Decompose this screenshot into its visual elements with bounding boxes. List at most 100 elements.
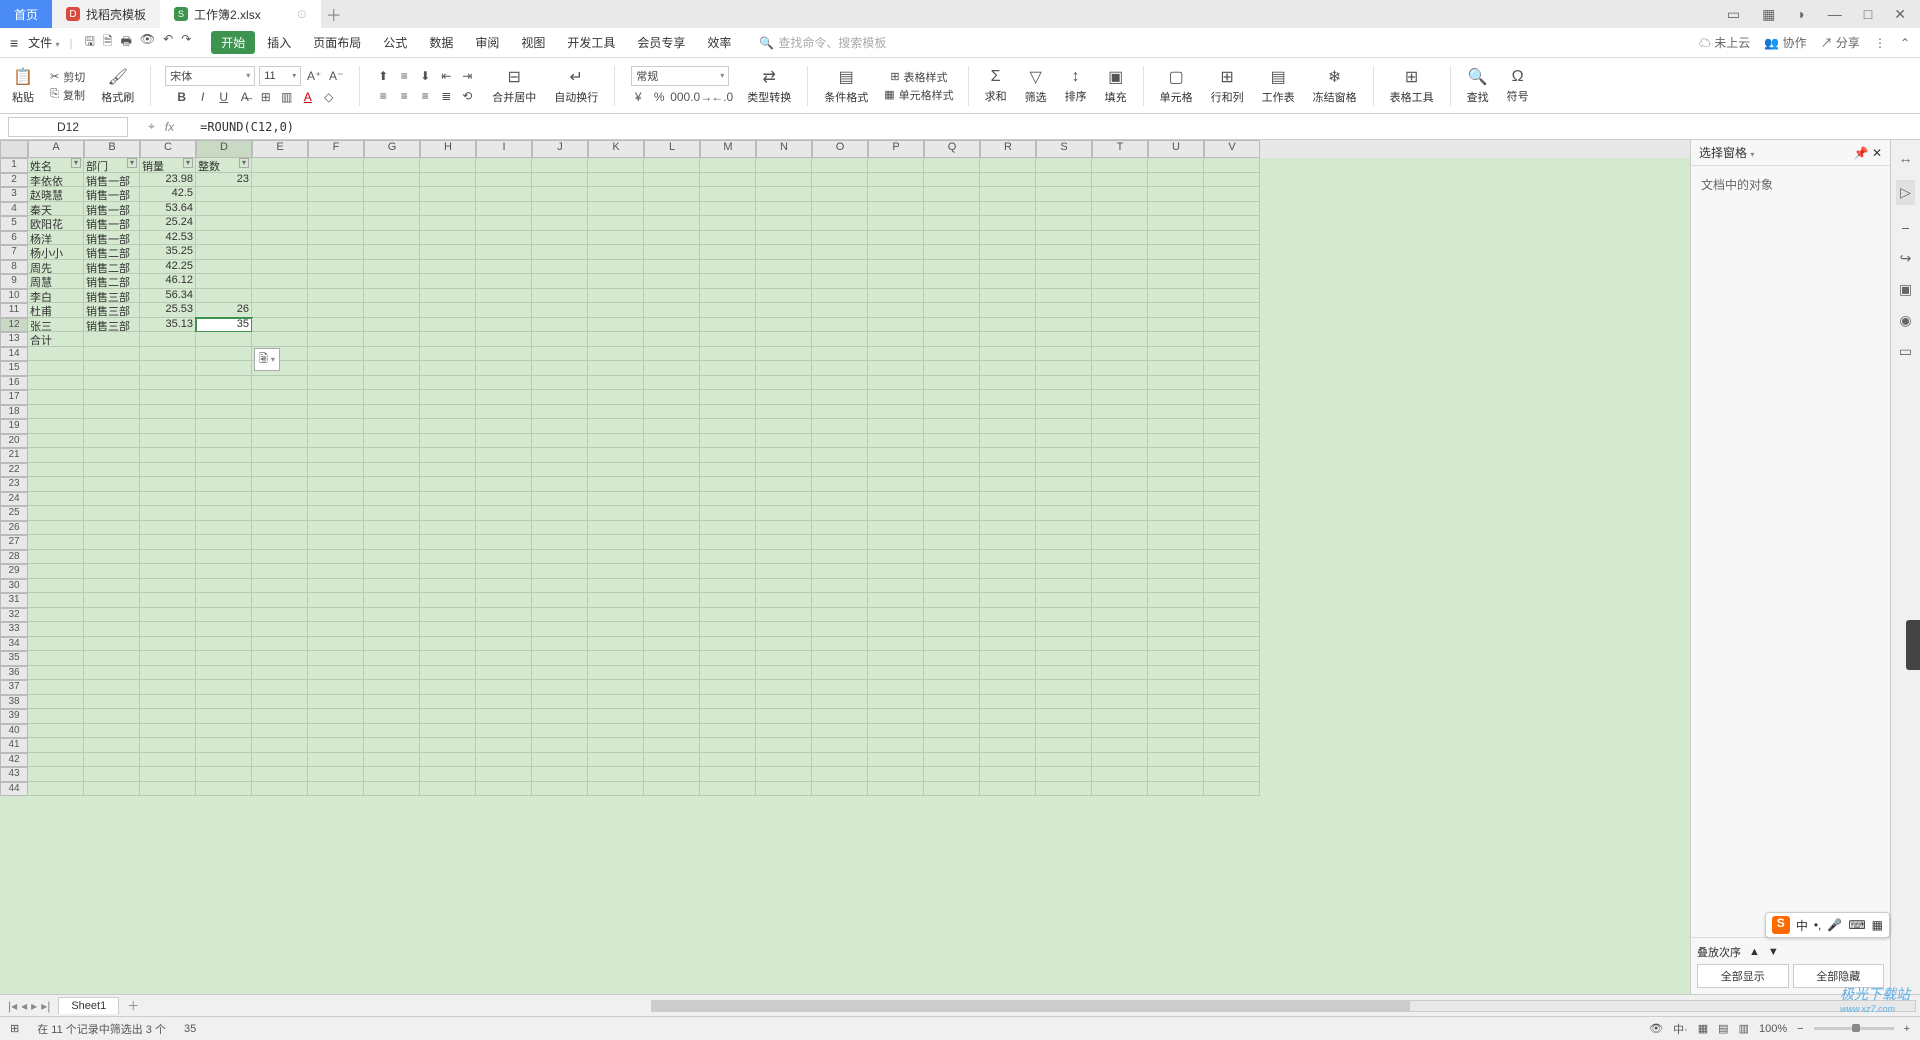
- cell-H4[interactable]: [420, 202, 476, 217]
- cell-C24[interactable]: [140, 492, 196, 507]
- cell-T23[interactable]: [1092, 477, 1148, 492]
- cell-K37[interactable]: [588, 680, 644, 695]
- cell-O9[interactable]: [812, 274, 868, 289]
- cell-I43[interactable]: [476, 767, 532, 782]
- cell-B34[interactable]: [84, 637, 140, 652]
- row-header-44[interactable]: 44: [0, 782, 28, 797]
- row-header-9[interactable]: 9: [0, 274, 28, 289]
- cell-U13[interactable]: [1148, 332, 1204, 347]
- cell-C12[interactable]: 35.13: [140, 318, 196, 333]
- cell-I29[interactable]: [476, 564, 532, 579]
- cell-S41[interactable]: [1036, 738, 1092, 753]
- cell-O14[interactable]: [812, 347, 868, 362]
- cell-I33[interactable]: [476, 622, 532, 637]
- bold-button[interactable]: B: [173, 88, 191, 106]
- filter-arrow-icon[interactable]: ▾: [183, 158, 193, 168]
- cell-U16[interactable]: [1148, 376, 1204, 391]
- cell-F26[interactable]: [308, 521, 364, 536]
- cell-B16[interactable]: [84, 376, 140, 391]
- cell-K22[interactable]: [588, 463, 644, 478]
- cell-P19[interactable]: [868, 419, 924, 434]
- cell-S27[interactable]: [1036, 535, 1092, 550]
- cell-I26[interactable]: [476, 521, 532, 536]
- cell-R28[interactable]: [980, 550, 1036, 565]
- cell-H40[interactable]: [420, 724, 476, 739]
- cell-O23[interactable]: [812, 477, 868, 492]
- filter-arrow-icon[interactable]: ▾: [127, 158, 137, 168]
- cell-A5[interactable]: 欧阳花: [28, 216, 84, 231]
- cell-K19[interactable]: [588, 419, 644, 434]
- tab-add[interactable]: ＋: [321, 0, 347, 28]
- cell-F4[interactable]: [308, 202, 364, 217]
- cell-G11[interactable]: [364, 303, 420, 318]
- row-header-5[interactable]: 5: [0, 216, 28, 231]
- cell-T8[interactable]: [1092, 260, 1148, 275]
- filter-arrow-icon[interactable]: ▾: [239, 158, 249, 168]
- cell-J38[interactable]: [532, 695, 588, 710]
- cell-S6[interactable]: [1036, 231, 1092, 246]
- cell-R27[interactable]: [980, 535, 1036, 550]
- cell-R10[interactable]: [980, 289, 1036, 304]
- cell-F27[interactable]: [308, 535, 364, 550]
- cell-T19[interactable]: [1092, 419, 1148, 434]
- cell-S32[interactable]: [1036, 608, 1092, 623]
- cell-J2[interactable]: [532, 173, 588, 188]
- underline-button[interactable]: U: [215, 88, 233, 106]
- cell-R5[interactable]: [980, 216, 1036, 231]
- cell-C20[interactable]: [140, 434, 196, 449]
- cell-Q20[interactable]: [924, 434, 980, 449]
- cell-E42[interactable]: [252, 753, 308, 768]
- cell-R21[interactable]: [980, 448, 1036, 463]
- cell-C38[interactable]: [140, 695, 196, 710]
- cell-T10[interactable]: [1092, 289, 1148, 304]
- menu-数据[interactable]: 数据: [419, 31, 463, 54]
- cell-E1[interactable]: [252, 158, 308, 173]
- cell-H5[interactable]: [420, 216, 476, 231]
- cell-A25[interactable]: [28, 506, 84, 521]
- cell-E30[interactable]: [252, 579, 308, 594]
- col-header-C[interactable]: C: [140, 140, 196, 158]
- cell-H28[interactable]: [420, 550, 476, 565]
- cell-G8[interactable]: [364, 260, 420, 275]
- horizontal-scrollbar[interactable]: [651, 1000, 1916, 1012]
- cell-V8[interactable]: [1204, 260, 1260, 275]
- cell-D7[interactable]: [196, 245, 252, 260]
- cell-B2[interactable]: 销售一部: [84, 173, 140, 188]
- grid-icon[interactable]: ▦: [1758, 6, 1779, 23]
- cell-T26[interactable]: [1092, 521, 1148, 536]
- cell-R18[interactable]: [980, 405, 1036, 420]
- cell-J18[interactable]: [532, 405, 588, 420]
- fx-icon[interactable]: fx: [165, 120, 174, 134]
- cell-I16[interactable]: [476, 376, 532, 391]
- cell-O11[interactable]: [812, 303, 868, 318]
- cell-Q32[interactable]: [924, 608, 980, 623]
- cell-T20[interactable]: [1092, 434, 1148, 449]
- cell-Q43[interactable]: [924, 767, 980, 782]
- cell-A31[interactable]: [28, 593, 84, 608]
- cell-C4[interactable]: 53.64: [140, 202, 196, 217]
- cell-J20[interactable]: [532, 434, 588, 449]
- cell-T14[interactable]: [1092, 347, 1148, 362]
- cell-R44[interactable]: [980, 782, 1036, 797]
- cell-L26[interactable]: [644, 521, 700, 536]
- cell-Q27[interactable]: [924, 535, 980, 550]
- strike-button[interactable]: A̶: [236, 88, 254, 106]
- cell-M28[interactable]: [700, 550, 756, 565]
- cell-I31[interactable]: [476, 593, 532, 608]
- cell-P25[interactable]: [868, 506, 924, 521]
- cell-D20[interactable]: [196, 434, 252, 449]
- cell-C21[interactable]: [140, 448, 196, 463]
- cell-B5[interactable]: 销售一部: [84, 216, 140, 231]
- cell-R33[interactable]: [980, 622, 1036, 637]
- cell-T18[interactable]: [1092, 405, 1148, 420]
- cell-O41[interactable]: [812, 738, 868, 753]
- freeze-button[interactable]: ❄冻结窗格: [1307, 67, 1363, 105]
- cell-F37[interactable]: [308, 680, 364, 695]
- cell-A12[interactable]: 张三: [28, 318, 84, 333]
- cell-J43[interactable]: [532, 767, 588, 782]
- cell-K10[interactable]: [588, 289, 644, 304]
- cell-P10[interactable]: [868, 289, 924, 304]
- cell-C33[interactable]: [140, 622, 196, 637]
- cell-P22[interactable]: [868, 463, 924, 478]
- format-painter-button[interactable]: 🖌格式刷: [95, 67, 140, 105]
